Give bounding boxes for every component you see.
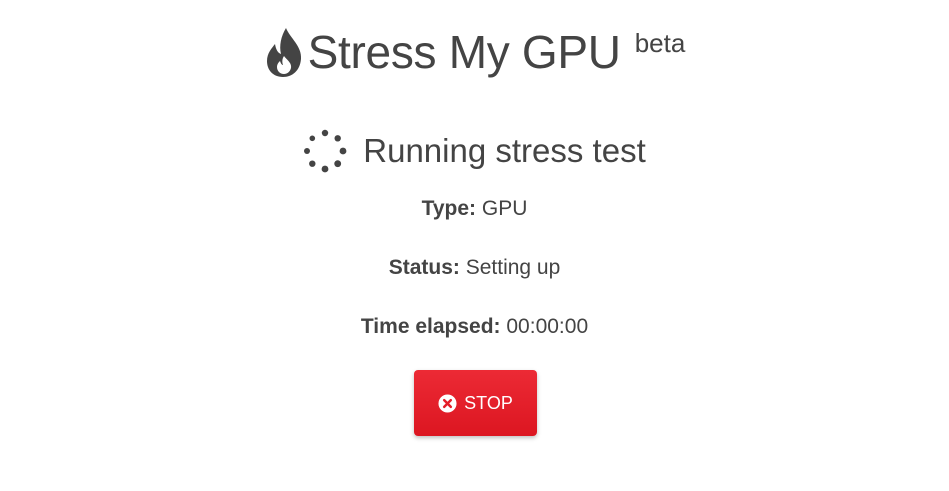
stop-button[interactable]: STOP: [414, 370, 537, 436]
status-heading-row: Running stress test: [0, 126, 949, 176]
app-title: Stress My GPU: [307, 26, 621, 78]
loading-spinner-icon: [304, 129, 347, 173]
time-elapsed-line: Time elapsed: 00:00:00: [0, 313, 949, 341]
status-value: Setting up: [465, 256, 561, 279]
stop-button-label: STOP: [464, 392, 513, 413]
flame-icon: [266, 28, 301, 77]
app-header: Stress My GPU beta: [0, 22, 949, 82]
status-label: Status:: [388, 256, 460, 279]
time-elapsed-value: 00:00:00: [506, 315, 589, 338]
page: Stress My GPU beta Running stress test T…: [0, 0, 949, 491]
status-line: Status: Setting up: [0, 254, 949, 282]
beta-badge: beta: [634, 28, 686, 58]
time-elapsed-label: Time elapsed:: [360, 315, 501, 338]
type-line: Type: GPU: [0, 195, 949, 223]
type-label: Type:: [421, 197, 477, 220]
run-status-heading: Running stress test: [363, 132, 646, 169]
close-circle-icon: [438, 393, 457, 413]
type-value: GPU: [481, 197, 528, 220]
